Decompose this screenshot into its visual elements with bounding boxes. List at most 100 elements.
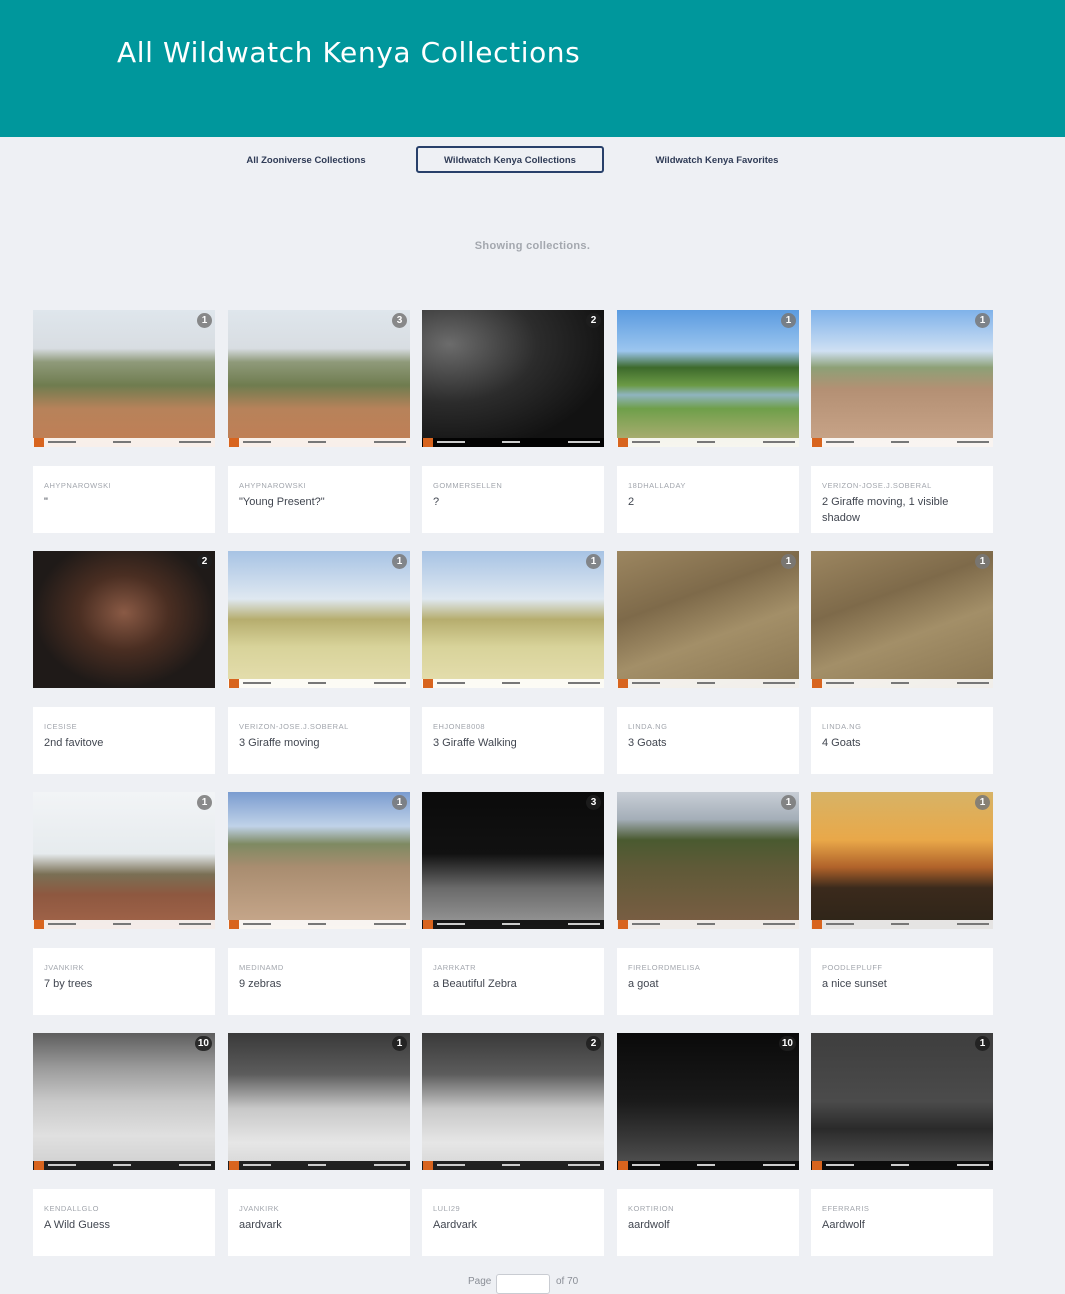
collection-info[interactable]: ICESISE 2nd favitove (33, 707, 215, 774)
collection-name[interactable]: A Wild Guess (44, 1217, 204, 1233)
collection-name[interactable]: Aardvark (433, 1217, 593, 1233)
collection-owner[interactable]: GOMMERSELLEN (433, 481, 593, 490)
collection-card[interactable]: 3 AHYPNAROWSKI "Young Present?" (228, 310, 410, 534)
collection-info[interactable]: EHJONE8008 3 Giraffe Walking (422, 707, 604, 774)
collection-name[interactable]: 3 Giraffe Walking (433, 735, 593, 751)
collection-owner[interactable]: POODLEPLUFF (822, 963, 982, 972)
collection-name[interactable]: 2nd favitove (44, 735, 204, 751)
collection-name[interactable]: 2 (628, 494, 788, 510)
collection-card[interactable]: 10 KENDALLGLO A Wild Guess (33, 1033, 215, 1257)
collection-thumbnail[interactable]: 2 (422, 310, 604, 447)
collection-info[interactable]: POODLEPLUFF a nice sunset (811, 948, 993, 1015)
collection-info[interactable]: KORTIRION aardwolf (617, 1189, 799, 1256)
collection-thumbnail[interactable]: 1 (811, 551, 993, 688)
collection-info[interactable]: FIRELORDMELISA a goat (617, 948, 799, 1015)
collection-card[interactable]: 1 LINDA.NG 4 Goats (811, 551, 993, 775)
collection-name[interactable]: a goat (628, 976, 788, 992)
collection-owner[interactable]: KORTIRION (628, 1204, 788, 1213)
collection-card[interactable]: 1 JVANKIRK aardvark (228, 1033, 410, 1257)
collection-name[interactable]: 3 Giraffe moving (239, 735, 399, 751)
collection-thumbnail[interactable]: 1 (617, 310, 799, 447)
collection-info[interactable]: KENDALLGLO A Wild Guess (33, 1189, 215, 1256)
collection-owner[interactable]: LINDA.NG (822, 722, 982, 731)
collection-name[interactable]: a nice sunset (822, 976, 982, 992)
collection-thumbnail[interactable]: 1 (617, 551, 799, 688)
collection-owner[interactable]: MEDINAMD (239, 963, 399, 972)
tab-wildwatch-kenya-collections[interactable]: Wildwatch Kenya Collections (416, 146, 604, 173)
collection-thumbnail[interactable]: 1 (33, 792, 215, 929)
collection-card[interactable]: 1 VERIZON-JOSE.J.SOBERAL 3 Giraffe moving (228, 551, 410, 775)
collection-card[interactable]: 1 MEDINAMD 9 zebras (228, 792, 410, 1016)
tab-wildwatch-kenya-favorites[interactable]: Wildwatch Kenya Favorites (624, 146, 810, 173)
collection-name[interactable]: aardvark (239, 1217, 399, 1233)
collection-owner[interactable]: VERIZON-JOSE.J.SOBERAL (239, 722, 399, 731)
collection-thumbnail[interactable]: 1 (33, 310, 215, 447)
collection-owner[interactable]: KENDALLGLO (44, 1204, 204, 1213)
collection-info[interactable]: VERIZON-JOSE.J.SOBERAL 2 Giraffe moving, … (811, 466, 993, 533)
collection-thumbnail[interactable]: 3 (422, 792, 604, 929)
collection-info[interactable]: MEDINAMD 9 zebras (228, 948, 410, 1015)
collection-info[interactable]: LINDA.NG 4 Goats (811, 707, 993, 774)
collection-name[interactable]: 3 Goats (628, 735, 788, 751)
collection-owner[interactable]: AHYPNAROWSKI (239, 481, 399, 490)
tab-all-zooniverse-collections[interactable]: All Zooniverse Collections (213, 146, 399, 173)
collection-info[interactable]: AHYPNAROWSKI " (33, 466, 215, 533)
collection-info[interactable]: JVANKIRK 7 by trees (33, 948, 215, 1015)
collection-name[interactable]: 7 by trees (44, 976, 204, 992)
collection-name[interactable]: 2 Giraffe moving, 1 visible shadow (822, 494, 982, 526)
collection-name[interactable]: 9 zebras (239, 976, 399, 992)
collection-info[interactable]: JARRKATR a Beautiful Zebra (422, 948, 604, 1015)
collection-thumbnail[interactable]: 1 (228, 551, 410, 688)
collection-owner[interactable]: FIRELORDMELISA (628, 963, 788, 972)
collection-owner[interactable]: 18DHALLADAY (628, 481, 788, 490)
collection-owner[interactable]: ICESISE (44, 722, 204, 731)
collection-name[interactable]: Aardwolf (822, 1217, 982, 1233)
collection-card[interactable]: 1 EFERRARIS Aardwolf (811, 1033, 993, 1257)
collection-info[interactable]: JVANKIRK aardvark (228, 1189, 410, 1256)
collection-card[interactable]: 1 AHYPNAROWSKI " (33, 310, 215, 534)
collection-thumbnail[interactable]: 1 (811, 792, 993, 929)
page-number-input[interactable] (496, 1274, 550, 1294)
collection-info[interactable]: LULI29 Aardvark (422, 1189, 604, 1256)
collection-thumbnail[interactable]: 2 (422, 1033, 604, 1170)
collection-card[interactable]: 3 JARRKATR a Beautiful Zebra (422, 792, 604, 1016)
collection-thumbnail[interactable]: 1 (228, 1033, 410, 1170)
collection-card[interactable]: 1 VERIZON-JOSE.J.SOBERAL 2 Giraffe moving,… (811, 310, 993, 534)
collection-info[interactable]: VERIZON-JOSE.J.SOBERAL 3 Giraffe moving (228, 707, 410, 774)
collection-card[interactable]: 1 JVANKIRK 7 by trees (33, 792, 215, 1016)
collection-thumbnail[interactable]: 1 (422, 551, 604, 688)
collection-name[interactable]: " (44, 494, 204, 510)
collection-owner[interactable]: LINDA.NG (628, 722, 788, 731)
collection-thumbnail[interactable]: 10 (33, 1033, 215, 1170)
collection-card[interactable]: 2 LULI29 Aardvark (422, 1033, 604, 1257)
collection-info[interactable]: AHYPNAROWSKI "Young Present?" (228, 466, 410, 533)
collection-card[interactable]: 1 FIRELORDMELISA a goat (617, 792, 799, 1016)
collection-owner[interactable]: JVANKIRK (239, 1204, 399, 1213)
collection-thumbnail[interactable]: 1 (228, 792, 410, 929)
collection-owner[interactable]: EFERRARIS (822, 1204, 982, 1213)
collection-name[interactable]: 4 Goats (822, 735, 982, 751)
collection-owner[interactable]: JVANKIRK (44, 963, 204, 972)
collection-thumbnail[interactable]: 10 (617, 1033, 799, 1170)
collection-owner[interactable]: AHYPNAROWSKI (44, 481, 204, 490)
collection-name[interactable]: ? (433, 494, 593, 510)
collection-owner[interactable]: LULI29 (433, 1204, 593, 1213)
collection-card[interactable]: 1 18DHALLADAY 2 (617, 310, 799, 534)
collection-info[interactable]: 18DHALLADAY 2 (617, 466, 799, 533)
collection-owner[interactable]: VERIZON-JOSE.J.SOBERAL (822, 481, 982, 490)
collection-info[interactable]: GOMMERSELLEN? (422, 466, 604, 533)
collection-name[interactable]: "Young Present?" (239, 494, 399, 510)
collection-thumbnail[interactable]: 1 (811, 1033, 993, 1170)
collection-name[interactable]: aardwolf (628, 1217, 788, 1233)
collection-card[interactable]: 1 POODLEPLUFF a nice sunset (811, 792, 993, 1016)
collection-card[interactable]: 1 EHJONE8008 3 Giraffe Walking (422, 551, 604, 775)
collection-info[interactable]: LINDA.NG 3 Goats (617, 707, 799, 774)
collection-card[interactable]: 10 KORTIRION aardwolf (617, 1033, 799, 1257)
collection-thumbnail[interactable]: 1 (617, 792, 799, 929)
collection-info[interactable]: EFERRARIS Aardwolf (811, 1189, 993, 1256)
collection-name[interactable]: a Beautiful Zebra (433, 976, 593, 992)
collection-owner[interactable]: EHJONE8008 (433, 722, 593, 731)
collection-thumbnail[interactable]: 3 (228, 310, 410, 447)
collection-owner[interactable]: JARRKATR (433, 963, 593, 972)
collection-thumbnail[interactable]: 2 (33, 551, 215, 688)
